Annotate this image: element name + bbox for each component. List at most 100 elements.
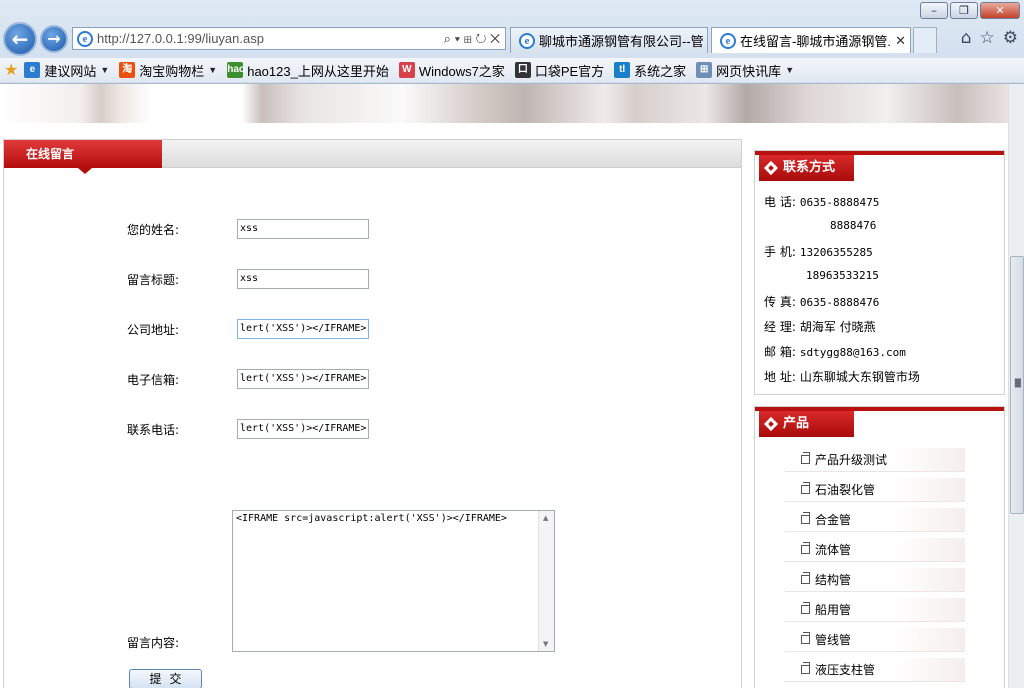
products-title: 产品 <box>783 416 810 431</box>
contact-value: 13206355285 <box>799 246 873 259</box>
back-button[interactable]: ← <box>3 22 37 56</box>
name-label: 您的姓名: <box>127 222 180 237</box>
restore-button[interactable]: ❐ <box>950 2 978 19</box>
scrollbar-thumb[interactable]: ▬ ▬ ▬ <box>1010 256 1024 514</box>
browser-tab[interactable]: e 聊城市通源钢管有限公司--管... <box>510 27 708 53</box>
favorite-label: 建议网站 <box>44 63 97 79</box>
panel-header: 在线留言 <box>4 140 741 174</box>
message-form-panel: 在线留言 您的姓名: xss 留言标题: xss 公司地址: lert('XSS… <box>3 139 742 688</box>
favorite-label: Windows7之家 <box>418 63 505 79</box>
favorite-link[interactable]: e 建议网站 ▼ <box>24 61 109 80</box>
tab-title: 聊城市通源钢管有限公司--管... <box>539 34 703 49</box>
contact-value: 胡海军 付晓燕 <box>799 320 876 334</box>
contact-line: 手 机: 13206355285 <box>764 243 873 260</box>
product-link[interactable]: 液压支柱管 <box>785 658 965 682</box>
link-bullet-icon <box>801 632 810 644</box>
favorite-label: 网页快讯库 <box>716 63 782 79</box>
address-tools[interactable]: ⌕ ▾ ⊞ ↻ ✕ <box>444 31 505 47</box>
page-scrollbar[interactable]: ▬ ▬ ▬ <box>1008 84 1024 688</box>
product-link[interactable]: 流体管 <box>785 538 965 562</box>
contact-title-tab: 联系方式 <box>759 155 854 181</box>
favorite-link[interactable]: 口口袋PE官方 <box>514 61 605 80</box>
home-icon[interactable]: ⌂ <box>961 28 972 48</box>
contact-value: 18963533215 <box>806 269 879 282</box>
product-label: 流体管 <box>815 543 852 557</box>
submit-button[interactable]: 提交 <box>129 669 202 688</box>
minimize-button[interactable]: – <box>920 2 948 19</box>
name-input[interactable]: xss <box>237 219 369 239</box>
address-bar[interactable]: e http://127.0.0.1:99/liuyan.asp ⌕ ▾ ⊞ ↻… <box>72 27 506 50</box>
browser-chrome: – ❐ ✕ ← → e http://127.0.0.1:99/liuyan.a… <box>0 0 1024 84</box>
contact-label: 经 理: <box>764 320 796 334</box>
forward-button[interactable]: → <box>40 25 68 53</box>
contact-line: 电 话: 0635-8888475 <box>764 193 879 210</box>
title-label: 留言标题: <box>127 272 180 287</box>
contact-label: 电 话: <box>764 195 796 209</box>
panel-title: 在线留言 <box>4 140 162 168</box>
favorite-link[interactable]: W Windows7之家 <box>398 61 505 80</box>
product-link[interactable]: 合金管 <box>785 508 965 532</box>
scroll-down-icon[interactable]: ▼ <box>543 640 548 648</box>
contact-value: 0635-8888475 <box>799 196 880 209</box>
forward-arrow-icon: → <box>47 29 61 48</box>
message-textarea[interactable]: <IFRAME src=javascript:alert('XSS')></IF… <box>232 510 555 652</box>
form-row-address: 公司地址: lert('XSS')></IFRAME> <box>127 318 369 340</box>
favorites-bar: ★ e 建议网站 ▼ 淘淘宝购物栏 ▼ hao hao123_上网从这里开始 W Windows… <box>0 58 1024 82</box>
favorites-star-icon[interactable]: ☆ <box>980 28 995 48</box>
header-banner-image <box>0 84 1008 123</box>
contact-line: 邮 箱: sdtygg88@163.com <box>764 343 906 360</box>
textarea-scrollbar[interactable]: ▲ ▼ <box>538 511 554 651</box>
close-window-button[interactable]: ✕ <box>980 2 1020 19</box>
new-tab-button[interactable] <box>913 27 937 53</box>
favorite-link[interactable]: tl 系统之家 <box>614 61 686 80</box>
favorite-link[interactable]: 淘淘宝购物栏 ▼ <box>119 61 217 80</box>
ie-tab-icon: e <box>720 32 736 49</box>
product-link[interactable]: 石油裂化管 <box>785 478 965 502</box>
favorite-site-icon: tl <box>614 62 631 78</box>
favorites-add-icon[interactable]: ★ <box>4 60 18 80</box>
browser-tools: ⌂ ☆ ⚙ <box>961 28 1018 48</box>
gear-icon[interactable]: ⚙ <box>1003 28 1018 48</box>
dropdown-caret-icon[interactable]: ▼ <box>100 65 109 75</box>
product-link[interactable]: 管线管 <box>785 628 965 652</box>
product-label: 液压支柱管 <box>815 663 876 677</box>
contact-label: 地 址: <box>764 370 796 384</box>
contact-panel: 联系方式 电 话: 0635-8888475 8888476 手 机: 13206355… <box>754 150 1005 395</box>
dropdown-caret-icon[interactable]: ▼ <box>208 65 217 75</box>
dropdown-caret-icon[interactable]: ▼ <box>785 65 794 75</box>
product-link[interactable]: 结构管 <box>785 568 965 592</box>
scroll-up-icon[interactable]: ▲ <box>543 514 548 522</box>
browser-tab-active[interactable]: e 在线留言-聊城市通源钢管... ✕ <box>711 27 911 53</box>
favorite-link[interactable]: hao hao123_上网从这里开始 <box>227 61 389 80</box>
favorite-site-icon: 淘 <box>119 62 136 78</box>
address-label: 公司地址: <box>127 322 180 337</box>
link-bullet-icon <box>801 512 810 524</box>
email-input[interactable]: lert('XSS')></IFRAME> <box>237 369 369 389</box>
phone-input[interactable]: lert('XSS')></IFRAME> <box>237 419 369 439</box>
form-row-name: 您的姓名: xss <box>127 218 369 240</box>
favorite-site-icon: 口 <box>514 62 531 78</box>
link-bullet-icon <box>801 482 810 494</box>
address-url[interactable]: http://127.0.0.1:99/liuyan.asp <box>97 31 444 46</box>
link-bullet-icon <box>801 602 810 614</box>
favorite-link[interactable]: ⊞ 网页快讯库 ▼ <box>696 61 794 80</box>
link-bullet-icon <box>801 452 810 464</box>
contact-value: 山东聊城大东钢管市场 <box>799 370 920 384</box>
favorite-site-icon: ⊞ <box>696 62 713 78</box>
ie-page-icon: e <box>77 30 93 47</box>
product-link[interactable]: 产品升级测试 <box>785 448 965 472</box>
tab-title: 在线留言-聊城市通源钢管... <box>740 34 892 49</box>
contact-line: 传 真: 0635-8888476 <box>764 293 879 310</box>
title-input[interactable]: xss <box>237 269 369 289</box>
favorite-label: 口袋PE官方 <box>534 63 605 79</box>
contact-value: sdtygg88@163.com <box>799 346 906 359</box>
address-input[interactable]: lert('XSS')></IFRAME> <box>237 319 369 339</box>
tab-close-icon[interactable]: ✕ <box>895 33 906 49</box>
product-label: 船用管 <box>815 603 852 617</box>
form-row-title: 留言标题: xss <box>127 268 369 290</box>
product-link[interactable]: 船用管 <box>785 598 965 622</box>
ie-tab-icon: e <box>519 32 535 49</box>
favorite-label: hao123_上网从这里开始 <box>247 63 389 79</box>
favorite-label: 淘宝购物栏 <box>139 63 205 79</box>
message-label: 留言内容: <box>127 636 180 650</box>
